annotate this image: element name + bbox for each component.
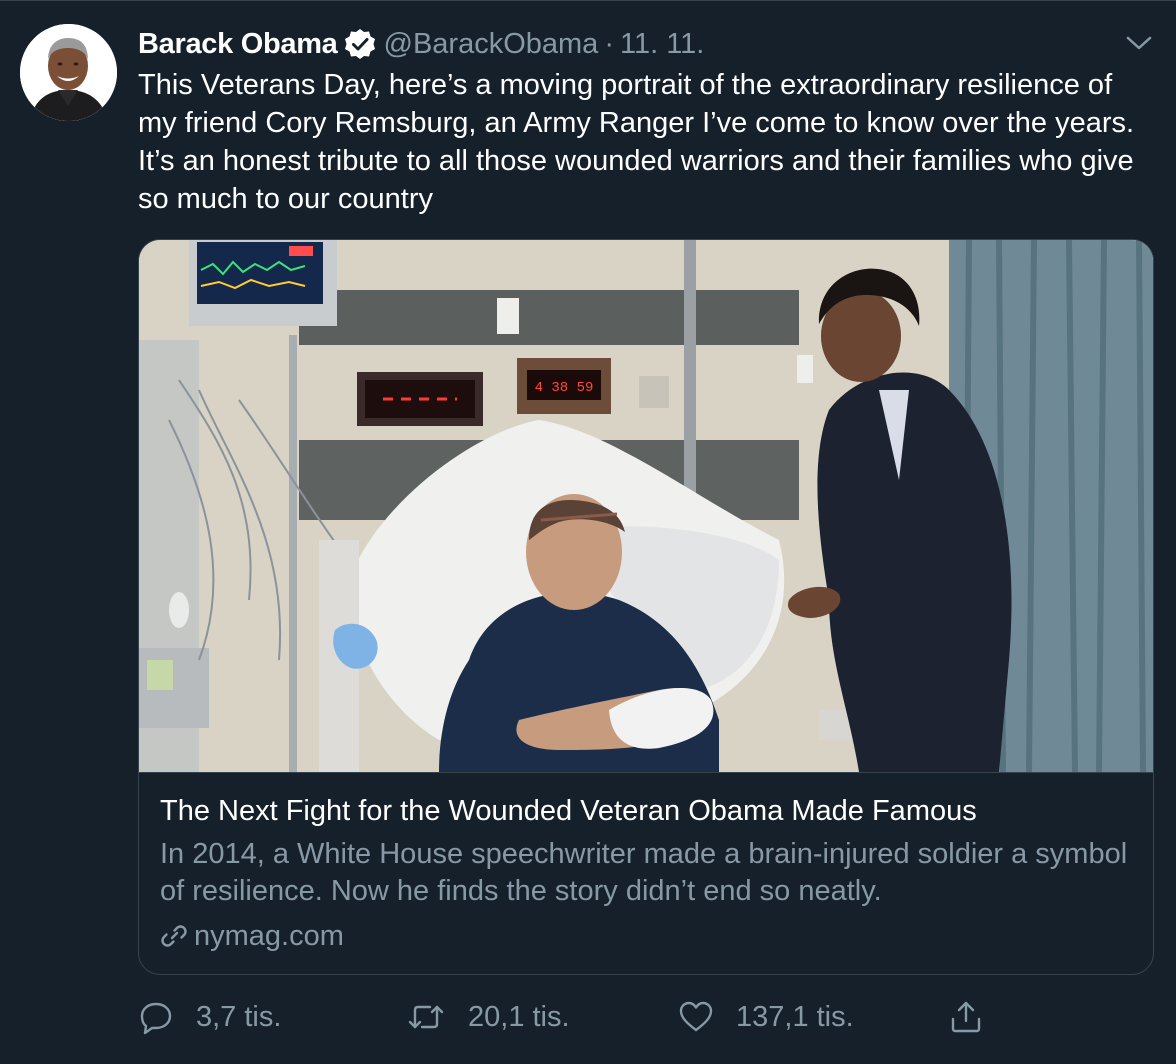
retweet-icon — [408, 1005, 444, 1029]
card-domain-row[interactable]: nymag.com — [160, 917, 344, 955]
handle[interactable]: @BarackObama — [384, 28, 599, 61]
tweet-header: Barack Obama @BarackObama · 11. 11. — [138, 25, 704, 63]
card-description: In 2014, a White House speechwriter made… — [160, 838, 1128, 907]
share-button[interactable] — [948, 993, 1006, 1041]
monitor-readout: 4 38 59 — [535, 380, 594, 396]
heart-icon — [679, 1001, 713, 1032]
chevron-down-icon[interactable] — [1124, 31, 1154, 55]
like-count: 137,1 tis. — [736, 1000, 854, 1033]
retweet-count: 20,1 tis. — [468, 1000, 570, 1033]
tweet-date[interactable]: 11. 11. — [620, 28, 704, 61]
avatar[interactable] — [20, 24, 117, 121]
card-image[interactable]: 4 38 59 — [139, 240, 1153, 773]
reply-count: 3,7 tis. — [196, 1000, 282, 1033]
share-icon — [951, 1001, 981, 1033]
reply-button[interactable]: 3,7 tis. — [138, 993, 281, 1041]
verified-badge-icon — [344, 28, 376, 60]
card-domain: nymag.com — [194, 920, 344, 952]
display-name[interactable]: Barack Obama — [138, 28, 338, 61]
tweet-text: This Veterans Day, here’s a moving portr… — [138, 69, 1135, 215]
separator-dot: · — [604, 27, 614, 60]
card-title[interactable]: The Next Fight for the Wounded Veteran O… — [160, 792, 977, 830]
tweet-actions: 3,7 tis. 20,1 tis. 137,1 tis. — [0, 993, 1176, 1041]
like-button[interactable]: 137,1 tis. — [678, 993, 854, 1041]
link-icon — [161, 925, 187, 947]
tweet[interactable]: Barack Obama @BarackObama · 11. 11. This… — [0, 0, 1176, 1064]
link-card[interactable]: 4 38 59 The Next Fight for the Wounded V… — [138, 239, 1154, 975]
retweet-button[interactable]: 20,1 tis. — [406, 993, 570, 1041]
reply-icon — [140, 1002, 172, 1035]
